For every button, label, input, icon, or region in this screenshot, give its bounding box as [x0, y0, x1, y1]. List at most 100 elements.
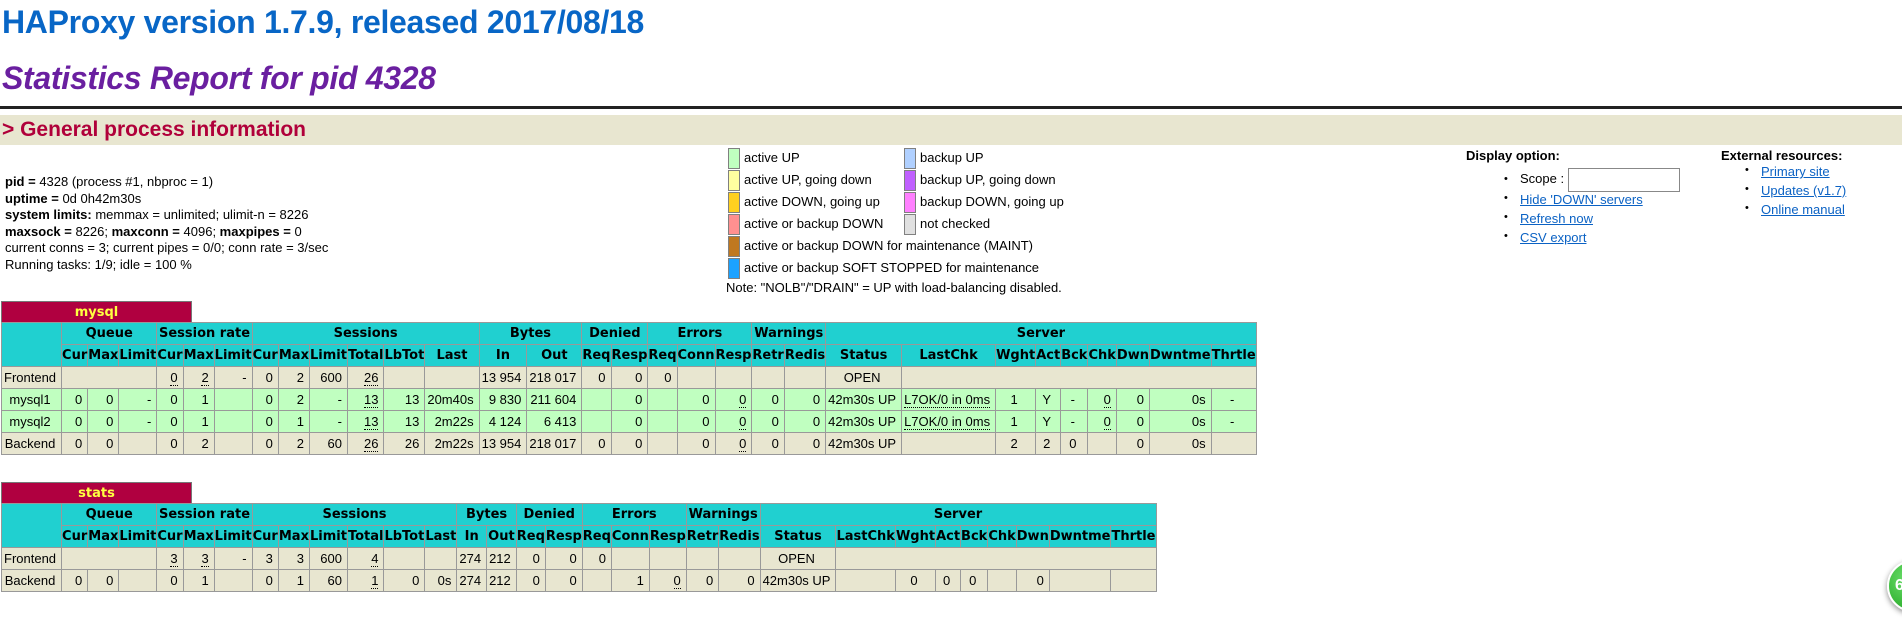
section-header: > General process information — [0, 115, 1902, 145]
cell-value: L7OK/0 in 0ms — [904, 392, 991, 408]
proxy-name[interactable]: mysql — [1, 301, 192, 322]
group-header: Session rate — [156, 503, 253, 526]
cell: 0 — [894, 569, 937, 592]
row-name[interactable]: mysql2 — [0, 410, 63, 433]
hide-down-servers-link[interactable]: Hide 'DOWN' servers — [1520, 192, 1643, 207]
limits-label: system limits: — [5, 207, 92, 222]
updates-link[interactable]: Updates (v1.7) — [1761, 183, 1846, 198]
cell: 0 — [1060, 432, 1089, 455]
cell-value: 0 — [771, 436, 779, 451]
cell-value: 0 — [170, 436, 178, 451]
header-corner — [0, 503, 63, 548]
legend-label: active or backup SOFT STOPPED for mainte… — [744, 260, 1040, 275]
cell: 42m30s UP — [825, 388, 903, 411]
csv-export-link[interactable]: CSV export — [1520, 230, 1586, 245]
primary-site-link[interactable]: Primary site — [1761, 164, 1830, 179]
cell — [647, 388, 678, 411]
cell: 1 — [995, 410, 1037, 433]
cell-value: 0 — [106, 392, 114, 407]
cell: 6 413 — [526, 410, 583, 433]
cell: 0 — [647, 366, 678, 389]
maxpipes-value: 0 — [290, 223, 302, 239]
cell-value: 0 — [635, 370, 643, 385]
cell: 0 — [751, 410, 785, 433]
cell — [648, 547, 687, 570]
maxsock-value: 8226; — [71, 223, 112, 239]
empty-cell — [835, 547, 1157, 570]
group-header: Session rate — [156, 322, 253, 345]
cell: 13 954 — [478, 366, 528, 389]
cell — [901, 432, 997, 455]
process-info: pid = 4328 (process #1, nbproc = 1) upti… — [5, 174, 328, 273]
cell: 3 — [182, 547, 215, 570]
cell — [610, 547, 650, 570]
cell-value: 20m40s — [427, 392, 474, 407]
cell: - — [1210, 388, 1257, 411]
column-header: Status — [825, 344, 903, 367]
cell-value: 1 — [371, 573, 379, 589]
cell: 9 830 — [478, 388, 528, 411]
cell: OPEN — [825, 366, 903, 389]
cell-value: 42m30s UP — [828, 414, 897, 429]
cell-value: 42m30s UP — [762, 573, 831, 588]
group-header: Server — [825, 322, 1257, 345]
cell: 0 — [960, 569, 989, 592]
column-header: In — [478, 344, 528, 367]
notification-badge[interactable]: 6 — [1887, 560, 1902, 612]
cell-value: - — [1229, 414, 1235, 429]
legend-swatch — [728, 258, 740, 279]
cell-value: 0 — [412, 573, 420, 588]
table-row: Frontend 0 2 - 0 2 600 26 13 954 218 017 0 0 0 OPEN — [0, 366, 1257, 389]
cell — [213, 410, 253, 433]
cell: 26 — [383, 432, 426, 455]
cell: 0 — [714, 432, 753, 455]
column-header: Dwn — [1015, 525, 1050, 548]
column-header: Max — [87, 525, 120, 548]
cell: 0 — [87, 410, 120, 433]
cell — [213, 432, 253, 455]
cell-value: 0 — [664, 370, 672, 385]
row-name: Backend — [0, 432, 63, 455]
legend-swatch — [904, 214, 916, 235]
group-header: Denied — [515, 503, 583, 526]
column-header: Max — [277, 525, 310, 548]
column-header: Dwn — [1115, 344, 1150, 367]
proxy-name[interactable]: stats — [1, 482, 192, 503]
cell-value: OPEN — [778, 551, 815, 566]
display-options-title: Display option: — [1466, 148, 1560, 163]
column-header: Redis — [718, 525, 761, 548]
group-header: Denied — [581, 322, 649, 345]
cell: 26 — [346, 366, 385, 389]
legend-label: not checked — [920, 216, 991, 231]
cell-value: 2m22s — [434, 436, 474, 451]
refresh-now-link[interactable]: Refresh now — [1520, 211, 1593, 226]
cell-value: 3 — [170, 551, 178, 567]
online-manual-link[interactable]: Online manual — [1761, 202, 1845, 217]
column-header: Max — [87, 344, 120, 367]
cell-value: 0 — [170, 392, 178, 407]
report-title: Statistics Report for pid 4328 — [2, 60, 436, 96]
cell-value: Y — [1042, 392, 1052, 407]
cell: 212 — [486, 547, 517, 570]
group-header: Sessions — [251, 322, 480, 345]
scope-label: Scope : — [1520, 171, 1565, 186]
column-header: Cur — [251, 525, 279, 548]
row-name[interactable]: mysql1 — [0, 388, 63, 411]
legend-swatch — [904, 192, 916, 213]
cell: 0 — [1115, 432, 1150, 455]
cell-value: OPEN — [843, 370, 881, 385]
table-row: Backend 0 0 0 1 0 1 60 1 0 0s 274 212 0 0 1 0 0 0 42m30s UP… — [0, 569, 1157, 592]
column-header: In — [456, 525, 488, 548]
cell-value: - — [1070, 392, 1075, 407]
cell: 0 — [251, 388, 279, 411]
scope-input[interactable] — [1568, 167, 1681, 192]
cell-value: 218 017 — [529, 436, 577, 451]
cell: 0 — [783, 410, 827, 433]
cell-value: 2 — [201, 370, 209, 386]
column-header: LastChk — [901, 344, 997, 367]
cell: 0 — [718, 569, 761, 592]
cell — [783, 366, 827, 389]
cell-value: - — [147, 414, 152, 429]
cell-value: 1 — [1010, 414, 1018, 429]
cell — [581, 410, 612, 433]
